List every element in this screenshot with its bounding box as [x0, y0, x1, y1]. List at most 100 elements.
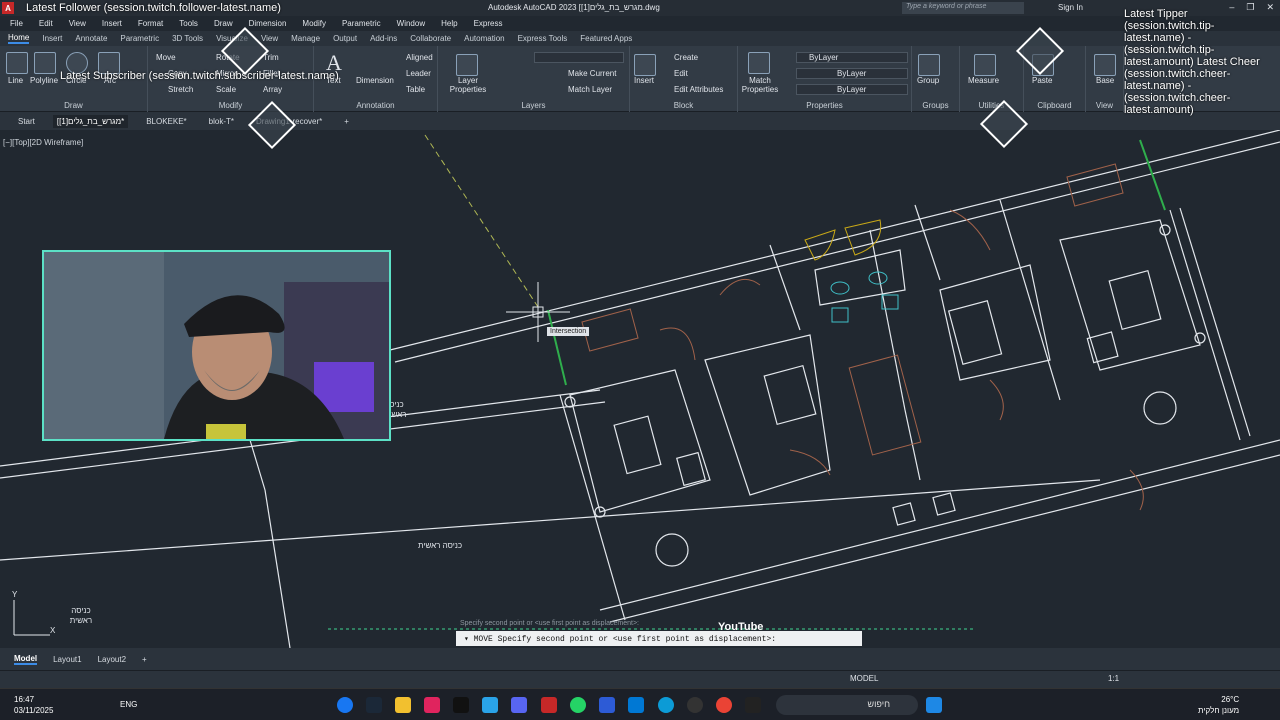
leader-button[interactable]: Leader: [406, 69, 431, 78]
match-properties-icon[interactable]: [748, 52, 770, 74]
tab-3d-tools[interactable]: 3D Tools: [172, 34, 203, 43]
tab-output[interactable]: Output: [333, 34, 357, 43]
base-button[interactable]: Base: [1096, 76, 1114, 85]
autocad-logo-icon[interactable]: A: [2, 2, 14, 14]
create-block-button[interactable]: Create: [674, 53, 698, 62]
add-layout-button[interactable]: +: [142, 655, 147, 664]
table-button[interactable]: Table: [406, 85, 425, 94]
autocad-taskbar-icon[interactable]: [541, 697, 557, 713]
annotation-panel-title[interactable]: Annotation: [314, 101, 437, 110]
scale-button[interactable]: Scale: [216, 85, 236, 94]
block-panel-title[interactable]: Block: [630, 101, 737, 110]
aligned-button[interactable]: Aligned: [406, 53, 433, 62]
measure-button[interactable]: Measure: [968, 76, 999, 85]
layers-panel-title[interactable]: Layers: [438, 101, 629, 110]
annotation-scale[interactable]: 1:1: [1108, 674, 1119, 683]
move-button[interactable]: Move: [156, 53, 176, 62]
groups-panel-title[interactable]: Groups: [912, 101, 959, 110]
paste-button[interactable]: Paste: [1032, 76, 1052, 85]
weather-widget[interactable]: 26°C מעונן חלקית: [1198, 694, 1239, 716]
tab-insert[interactable]: Insert: [42, 34, 62, 43]
menu-express[interactable]: Express: [474, 19, 503, 28]
layer-dropdown[interactable]: [534, 52, 624, 63]
facebook-icon[interactable]: [337, 697, 353, 713]
base-view-icon[interactable]: [1094, 54, 1116, 76]
tab-add-ins[interactable]: Add-ins: [370, 34, 397, 43]
edge-icon[interactable]: [658, 697, 674, 713]
line-icon[interactable]: [6, 52, 28, 74]
layer-properties-icon[interactable]: [456, 54, 478, 76]
tab-layout1[interactable]: Layout1: [53, 655, 81, 664]
clipboard-panel-title[interactable]: Clipboard: [1024, 101, 1085, 110]
doc-tab-start[interactable]: Start: [14, 115, 39, 128]
taskbar-search[interactable]: חיפוש: [776, 695, 918, 715]
menu-insert[interactable]: Insert: [102, 19, 122, 28]
tab-home[interactable]: Home: [8, 33, 30, 44]
viewport-controls-label[interactable]: [−][Top][2D Wireframe]: [3, 138, 83, 147]
menu-view[interactable]: View: [69, 19, 86, 28]
lineweight-dropdown[interactable]: ByLayer: [796, 84, 908, 95]
menu-modify[interactable]: Modify: [302, 19, 326, 28]
taskbar-clock[interactable]: 16:47 03/11/2025: [14, 694, 53, 716]
tab-featured-apps[interactable]: Featured Apps: [580, 34, 632, 43]
array-button[interactable]: Array: [263, 85, 282, 94]
menu-edit[interactable]: Edit: [39, 19, 53, 28]
tab-model[interactable]: Model: [14, 654, 38, 665]
tiktok-icon[interactable]: [453, 697, 469, 713]
chrome-icon[interactable]: [716, 697, 732, 713]
app-icon[interactable]: [599, 697, 615, 713]
polyline-button[interactable]: Polyline: [30, 76, 58, 85]
app-icon[interactable]: [687, 697, 703, 713]
terminal-icon[interactable]: [745, 697, 761, 713]
model-space-toggle[interactable]: MODEL: [850, 674, 878, 683]
stretch-button[interactable]: Stretch: [168, 85, 193, 94]
group-icon[interactable]: [918, 54, 940, 76]
tab-express-tools[interactable]: Express Tools: [518, 34, 568, 43]
tab-manage[interactable]: Manage: [291, 34, 320, 43]
match-properties-button[interactable]: Match Properties: [740, 76, 780, 94]
menu-draw[interactable]: Draw: [214, 19, 233, 28]
line-button[interactable]: Line: [8, 76, 23, 85]
doc-tab-blokeke[interactable]: BLOKEKE*: [142, 115, 190, 128]
tab-automation[interactable]: Automation: [464, 34, 504, 43]
view-panel-title[interactable]: View: [1086, 101, 1123, 110]
group-button[interactable]: Group: [917, 76, 939, 85]
discord-icon[interactable]: [511, 697, 527, 713]
whatsapp-icon[interactable]: [570, 697, 586, 713]
tab-view[interactable]: View: [261, 34, 278, 43]
steam-icon[interactable]: [366, 697, 382, 713]
menu-window[interactable]: Window: [397, 19, 425, 28]
menu-help[interactable]: Help: [441, 19, 457, 28]
modify-panel-title[interactable]: Modify: [148, 101, 313, 110]
store-icon[interactable]: [628, 697, 644, 713]
linetype-dropdown[interactable]: ByLayer: [796, 68, 908, 79]
match-layer-button[interactable]: Match Layer: [568, 85, 612, 94]
sign-in-link[interactable]: Sign In: [1058, 3, 1083, 12]
insert-block-icon[interactable]: [634, 54, 656, 76]
edit-attributes-button[interactable]: Edit Attributes: [674, 85, 723, 94]
draw-panel-title[interactable]: Draw: [0, 101, 147, 110]
file-explorer-icon[interactable]: [395, 697, 411, 713]
menu-format[interactable]: Format: [138, 19, 163, 28]
doc-tab-blok-t[interactable]: blok-T*: [205, 115, 238, 128]
dimension-button[interactable]: Dimension: [356, 76, 394, 85]
tab-parametric[interactable]: Parametric: [120, 34, 159, 43]
input-language[interactable]: ENG: [120, 700, 137, 709]
properties-panel-title[interactable]: Properties: [738, 101, 911, 110]
polyline-icon[interactable]: [34, 52, 56, 74]
menu-parametric[interactable]: Parametric: [342, 19, 381, 28]
doc-tab-main-drawing[interactable]: [מגרש_בת_גלים[1]*: [52, 114, 129, 128]
color-dropdown[interactable]: ByLayer: [796, 52, 908, 63]
menu-dimension[interactable]: Dimension: [249, 19, 287, 28]
start-icon[interactable]: [926, 697, 942, 713]
app-icon[interactable]: [424, 697, 440, 713]
tab-collaborate[interactable]: Collaborate: [410, 34, 451, 43]
layer-properties-button[interactable]: Layer Properties: [448, 76, 488, 94]
edit-block-button[interactable]: Edit: [674, 69, 688, 78]
app-icon[interactable]: [482, 697, 498, 713]
insert-block-button[interactable]: Insert: [634, 76, 654, 85]
tab-annotate[interactable]: Annotate: [75, 34, 107, 43]
menu-tools[interactable]: Tools: [179, 19, 198, 28]
new-tab-plus-icon[interactable]: +: [340, 115, 353, 128]
help-search-input[interactable]: Type a keyword or phrase: [902, 2, 1024, 14]
